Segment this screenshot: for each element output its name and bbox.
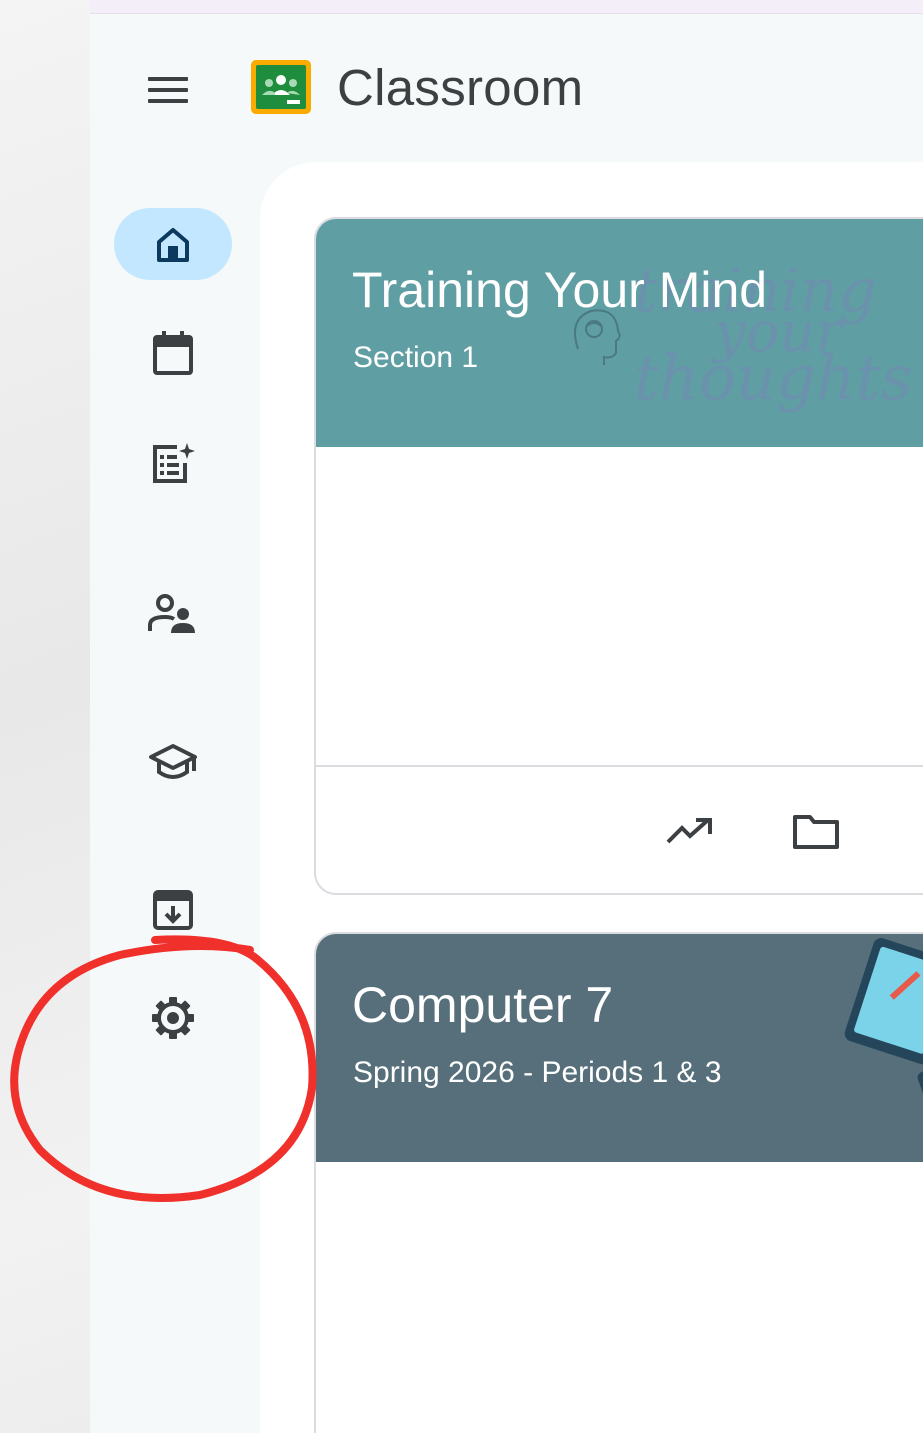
sidebar-item-enrolled[interactable] [114, 726, 232, 798]
teaching-people-icon [148, 594, 195, 633]
google-classroom-logo-icon [251, 60, 311, 114]
class-title[interactable]: Training Your Mind [352, 261, 767, 319]
calendar-icon [153, 331, 193, 375]
class-section[interactable]: Spring 2026 - Periods 1 & 3 [353, 1056, 722, 1090]
banner-word-thoughts: thoughts [634, 341, 912, 414]
class-card[interactable]: training your thoughts Training Your Min… [314, 217, 923, 895]
progress-button[interactable] [660, 801, 720, 861]
class-card-banner[interactable]: training your thoughts Training Your Min… [316, 219, 923, 447]
to-review-icon [153, 443, 195, 483]
sidebar-item-calendar[interactable] [114, 318, 232, 390]
classroom-app: Classroom training your thoughts Trainin… [90, 14, 923, 1433]
class-title[interactable]: Computer 7 [352, 976, 613, 1034]
archived-classes-icon [153, 890, 193, 930]
graduation-cap-icon [149, 744, 197, 779]
app-header: Classroom [90, 14, 923, 162]
open-folder-button[interactable] [786, 801, 846, 861]
class-card-banner[interactable]: Computer 7 Spring 2026 - Periods 1 & 3 [316, 934, 923, 1162]
settings-gear-icon [152, 997, 194, 1039]
browser-top-strip [90, 0, 923, 14]
class-card[interactable]: Computer 7 Spring 2026 - Periods 1 & 3 [314, 932, 923, 1433]
folder-icon [793, 815, 839, 849]
home-icon [157, 228, 189, 262]
class-cards-area: training your thoughts Training Your Min… [260, 162, 923, 1433]
class-section[interactable]: Section 1 [353, 341, 478, 375]
sidebar-item-home[interactable] [114, 208, 232, 280]
app-title: Classroom [337, 59, 584, 116]
sidebar-item-teaching[interactable] [114, 578, 232, 650]
sidebar-item-settings[interactable] [114, 982, 232, 1054]
classroom-logo[interactable] [251, 60, 311, 114]
sidebar-item-to-review[interactable] [114, 428, 232, 500]
hamburger-menu-icon [148, 77, 188, 103]
sidebar-item-archived[interactable] [114, 874, 232, 946]
banner-devices-illustration [844, 938, 923, 1120]
sidebar-navigation [90, 162, 260, 1433]
main-menu-button[interactable] [140, 70, 196, 110]
class-card-footer [316, 765, 923, 893]
banner-illustration: training your thoughts [574, 256, 912, 414]
trending-up-icon [666, 818, 712, 844]
